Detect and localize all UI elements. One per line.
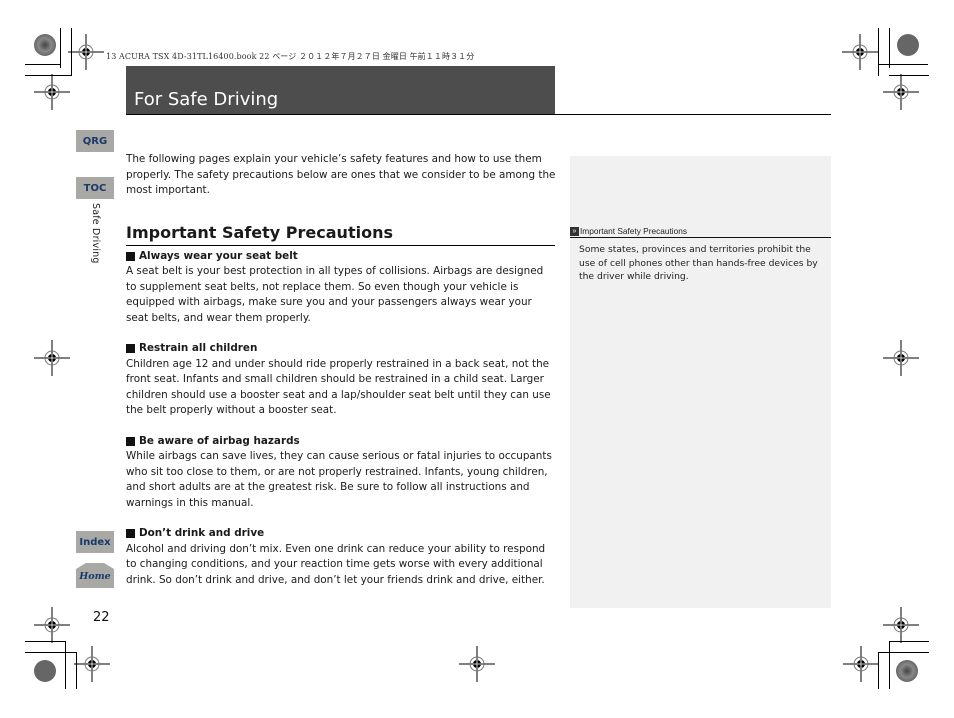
color-dot-icon xyxy=(897,34,919,56)
registration-marks xyxy=(33,33,920,683)
registration-mark-icon xyxy=(33,606,71,644)
registration-mark-icon xyxy=(841,33,879,71)
registration-mark-icon xyxy=(882,339,920,377)
registration-mark-icon xyxy=(73,645,111,683)
registration-mark-icon xyxy=(458,645,496,683)
color-dot-icon xyxy=(34,660,56,682)
registration-mark-icon xyxy=(842,645,880,683)
registration-mark-icon xyxy=(882,606,920,644)
registration-mark-icon xyxy=(882,73,920,111)
color-dot-icon xyxy=(34,34,56,56)
registration-mark-icon xyxy=(67,33,105,71)
registration-mark-icon xyxy=(33,73,71,111)
color-dot-icon xyxy=(896,660,918,682)
registration-mark-icon xyxy=(33,339,71,377)
